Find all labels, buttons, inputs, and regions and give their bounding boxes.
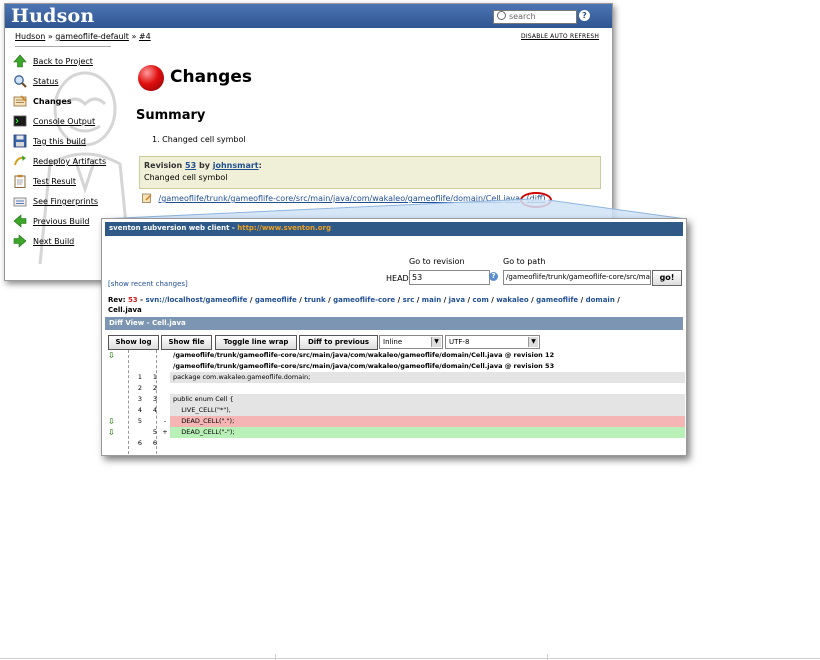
diff-code: package com.wakaleo.gameoflife.domain;	[170, 372, 685, 383]
goto-path-label: Go to path	[503, 257, 546, 266]
rev-number: 53	[127, 296, 138, 304]
crumb-link[interactable]: trunk	[304, 296, 325, 304]
line-number-right: 1	[152, 373, 157, 381]
path-input[interactable]: /gameoflife/trunk/gameoflife-core/src/ma…	[503, 270, 651, 285]
sventon-title-bar: sventon subversion web client - http://w…	[105, 222, 683, 236]
down-arrow-icon[interactable]: ⇩	[108, 427, 122, 438]
diff-to-previous-button[interactable]: Diff to previous	[299, 335, 378, 350]
goto-revision-label: Go to revision	[409, 257, 465, 266]
repository-breadcrumb: Rev: 53 - svn://localhost/gameoflife / g…	[108, 295, 678, 315]
line-number-left: 4	[137, 406, 142, 414]
head-label: HEAD	[386, 274, 409, 283]
line-number-left: 2	[137, 384, 142, 392]
line-number-right: 4	[152, 406, 157, 414]
sventon-url-link[interactable]: http://www.sventon.org	[237, 224, 331, 232]
line-number-right: 5	[152, 428, 157, 436]
view-mode-select[interactable]: Inline ▼	[379, 335, 443, 349]
show-file-button[interactable]: Show file	[161, 335, 212, 350]
crumb-link[interactable]: svn://localhost/gameoflife	[145, 296, 247, 304]
crumb-sep: /	[395, 296, 403, 304]
line-number-left: 3	[137, 395, 142, 403]
line-number-left: 6	[137, 439, 142, 447]
diff-code: LIVE_CELL("*"),	[170, 405, 685, 416]
diff-row-deleted: ⇩ 5 - DEAD_CELL(".");	[108, 416, 685, 427]
diff-header-row: /gameoflife/trunk/gameoflife-core/src/ma…	[108, 361, 685, 372]
chevron-down-icon: ▼	[431, 337, 441, 347]
view-mode-value: Inline	[383, 338, 403, 346]
line-number-left: 5	[137, 417, 142, 425]
crumb-link[interactable]: gameoflife	[536, 296, 578, 304]
crumb-link[interactable]: com	[473, 296, 489, 304]
diff-row: 6 6	[108, 438, 682, 449]
down-arrow-icon[interactable]: ⇩	[108, 416, 122, 427]
show-recent-changes-link[interactable]: [show recent changes]	[108, 280, 188, 288]
crumb-link[interactable]: gameoflife	[255, 296, 297, 304]
crumb-link[interactable]: java	[449, 296, 465, 304]
toggle-line-wrap-button[interactable]: Toggle line wrap	[215, 335, 297, 350]
page-bottom-tick	[547, 654, 548, 660]
diff-code: DEAD_CELL(".");	[170, 416, 685, 427]
line-number-right: 2	[152, 384, 157, 392]
line-number-left: 1	[137, 373, 142, 381]
chevron-down-icon: ▼	[528, 337, 538, 347]
crumb-sep: /	[441, 296, 449, 304]
encoding-value: UTF-8	[449, 338, 470, 346]
crumb-link[interactable]: gameoflife-core	[333, 296, 395, 304]
crumb-sep: /	[465, 296, 473, 304]
diff-marker: +	[162, 428, 168, 436]
crumb-link[interactable]: wakaleo	[496, 296, 529, 304]
crumb-link[interactable]: src	[403, 296, 415, 304]
diff-header-text: /gameoflife/trunk/gameoflife-core/src/ma…	[170, 361, 685, 372]
crumb-link[interactable]: domain	[586, 296, 615, 304]
encoding-select[interactable]: UTF-8 ▼	[445, 335, 540, 349]
crumb-sep: /	[247, 296, 255, 304]
line-number-right: 3	[152, 395, 157, 403]
diff-row: 1 1 package com.wakaleo.gameoflife.domai…	[108, 372, 685, 383]
crumb-file: Cell.java	[108, 306, 142, 314]
diff-row: 3 3 public enum Cell {	[108, 394, 685, 405]
diff-marker: -	[163, 417, 167, 425]
diff-view-title: Diff View - Cell.java	[109, 319, 186, 327]
diff-row-added: ⇩ 5 + DEAD_CELL("-");	[108, 427, 685, 438]
diff-row: 2 2	[108, 383, 682, 394]
down-arrow-icon[interactable]: ⇩	[108, 350, 122, 361]
line-number-right: 6	[152, 439, 157, 447]
crumb-sep: /	[325, 296, 334, 304]
help-icon[interactable]: ?	[489, 272, 498, 281]
crumb-sep: /	[414, 296, 422, 304]
page-bottom-border	[0, 658, 820, 659]
page-bottom-tick	[275, 654, 276, 660]
diff-view-bar: Diff View - Cell.java	[105, 317, 683, 330]
rev-label: Rev:	[108, 296, 126, 304]
diff-code: public enum Cell {	[170, 394, 685, 405]
sventon-title-text: sventon subversion web client -	[109, 224, 238, 232]
diff-header-row: ⇩ /gameoflife/trunk/gameoflife-core/src/…	[108, 350, 685, 361]
show-log-button[interactable]: Show log	[108, 335, 159, 350]
sventon-window: sventon subversion web client - http://w…	[101, 218, 687, 456]
crumb-link[interactable]: main	[422, 296, 441, 304]
revision-input[interactable]: 53	[409, 270, 490, 285]
crumb-sep: /	[614, 296, 620, 304]
go-button[interactable]: go!	[652, 270, 682, 286]
diff-row: 4 4 LIVE_CELL("*"),	[108, 405, 685, 416]
sventon-title: sventon subversion web client - http://w…	[109, 224, 331, 232]
crumb-sep: /	[578, 296, 586, 304]
diff-code: DEAD_CELL("-");	[170, 427, 685, 438]
diff-header-text: /gameoflife/trunk/gameoflife-core/src/ma…	[170, 350, 685, 361]
